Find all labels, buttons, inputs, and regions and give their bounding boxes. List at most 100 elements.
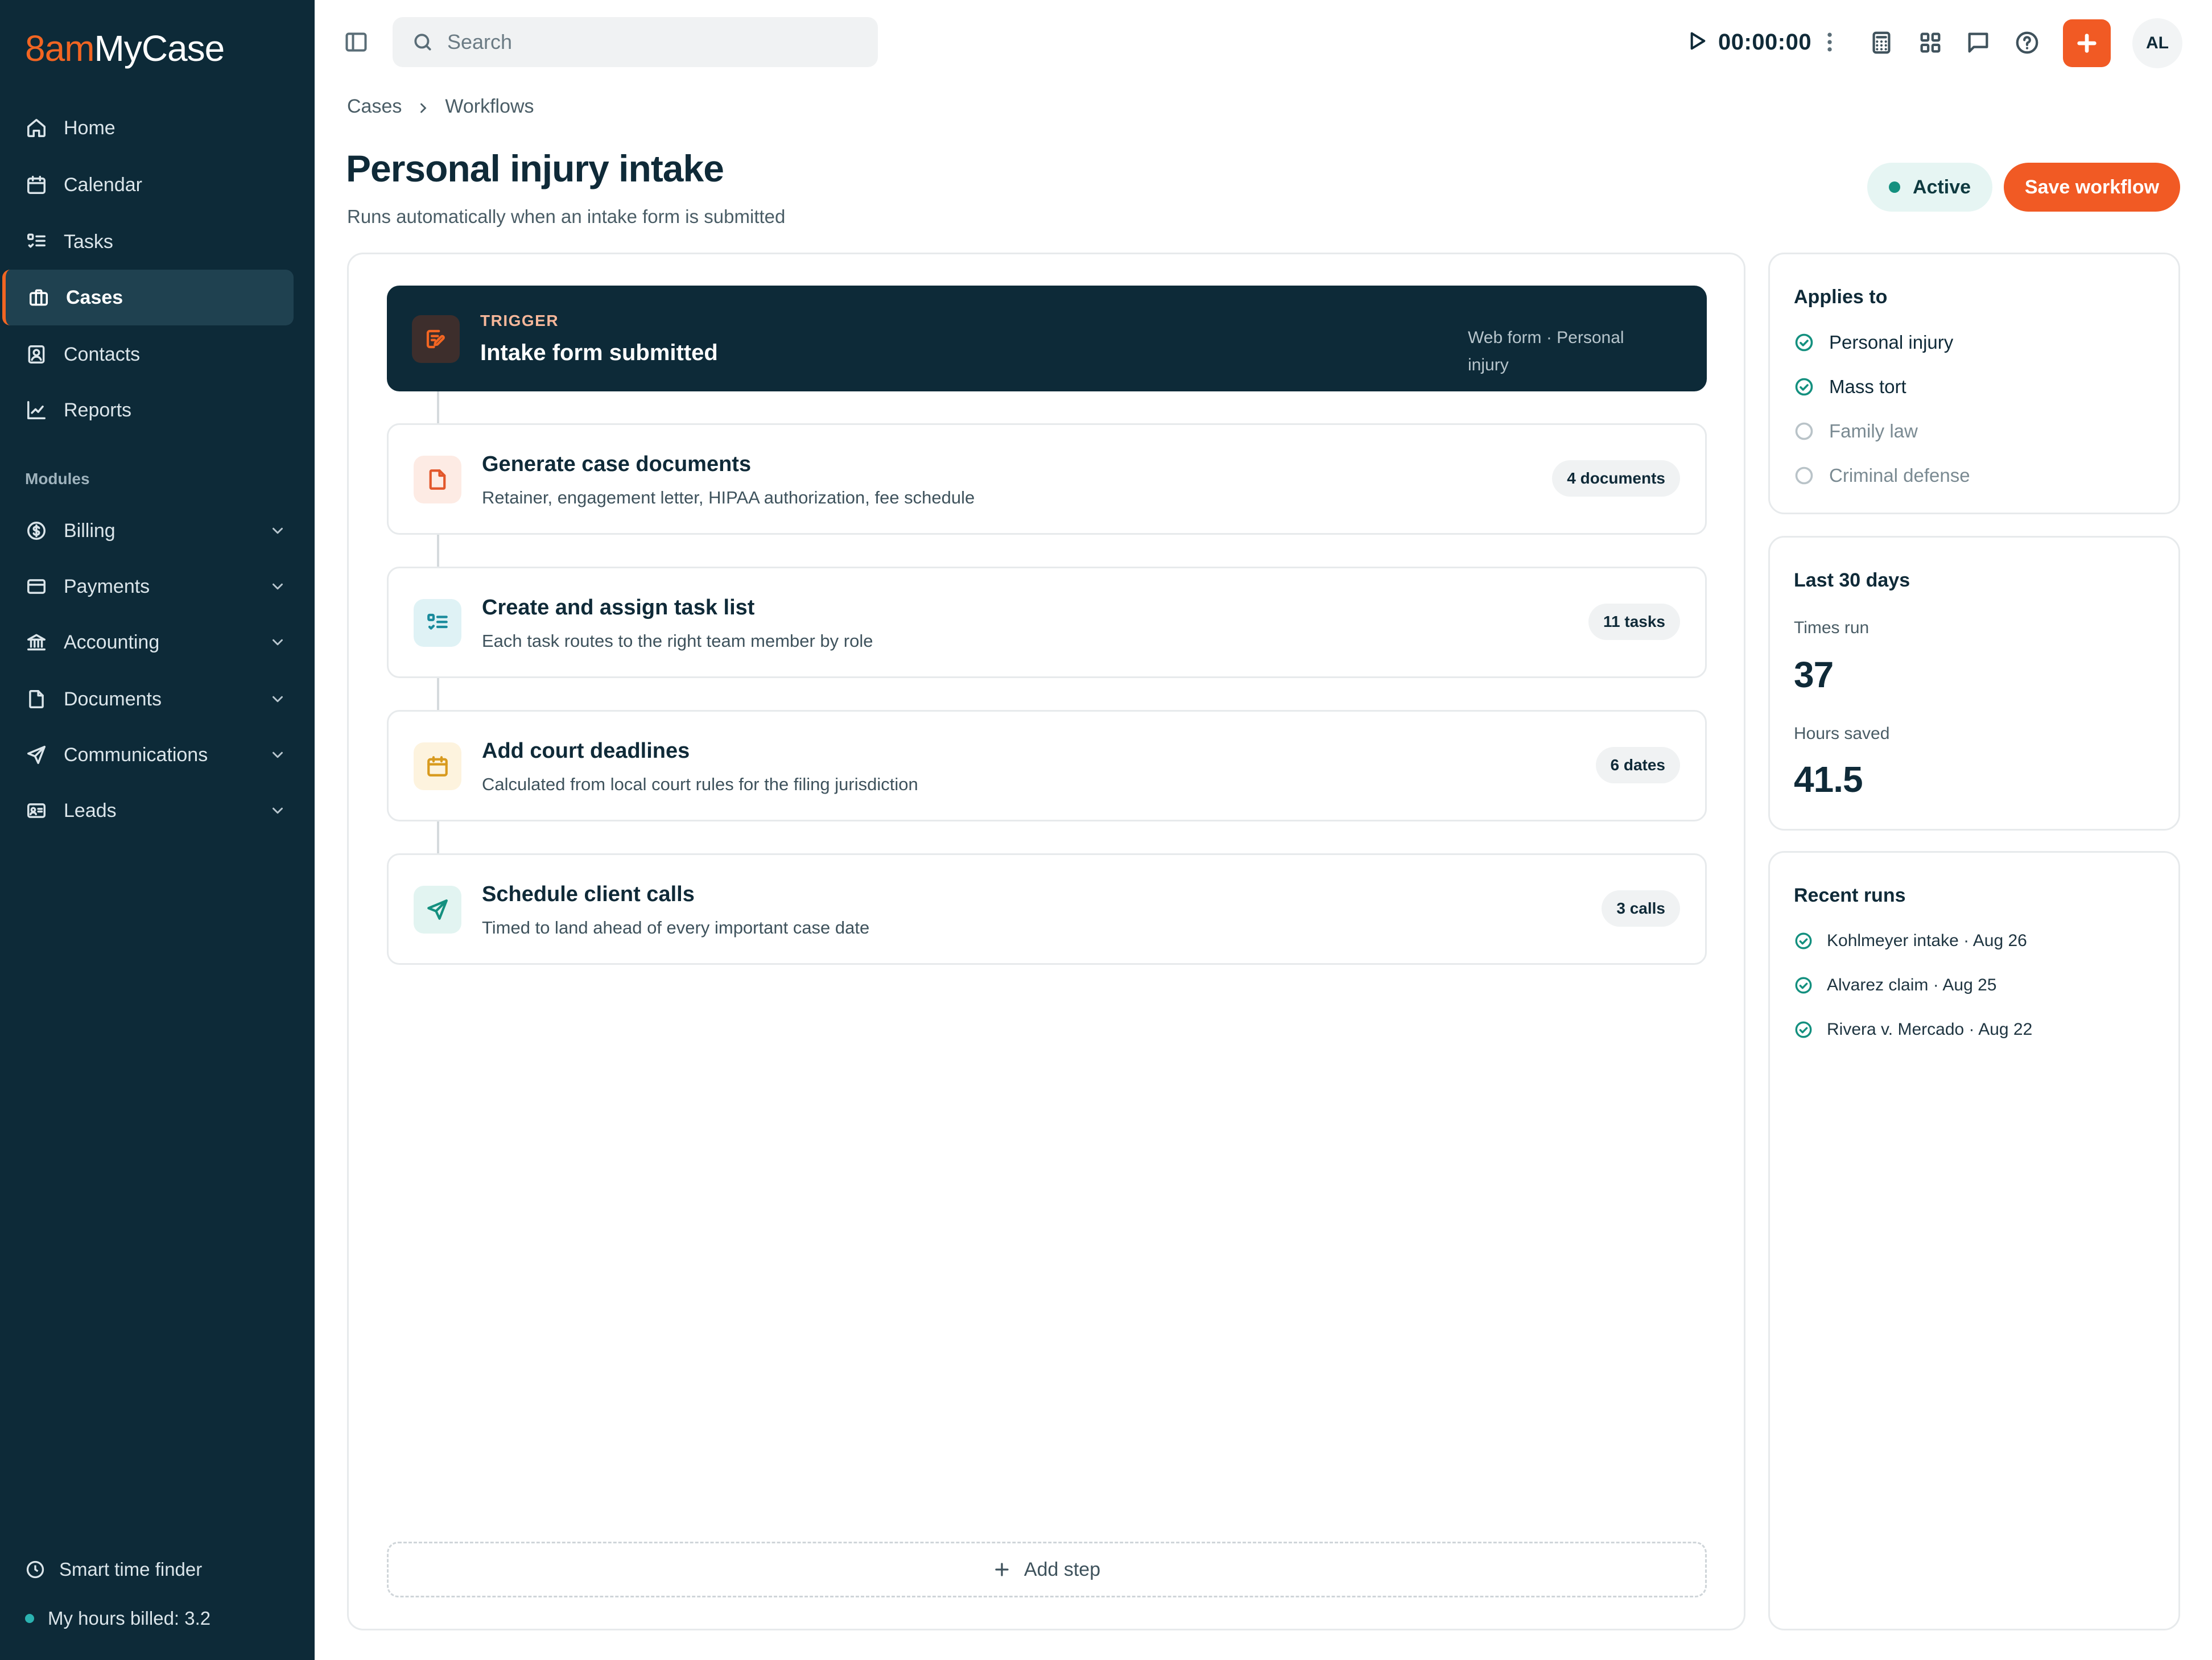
sidebar-item-accounting[interactable]: Accounting xyxy=(0,614,315,670)
search-input[interactable] xyxy=(447,30,845,54)
step-description: Each task routes to the right team membe… xyxy=(482,631,873,651)
check-circle-icon xyxy=(1794,976,1813,995)
add-new-button[interactable] xyxy=(2063,19,2111,67)
chat-icon xyxy=(1968,32,1988,53)
workflow-step[interactable]: Create and assign task list Each task ro… xyxy=(387,567,1707,678)
empty-circle-icon xyxy=(1794,421,1814,441)
sidebar-item-label: Tasks xyxy=(64,230,113,253)
status-label: Active xyxy=(1913,176,1971,198)
workflow-step[interactable]: Generate case documents Retainer, engage… xyxy=(387,423,1707,535)
step-count-badge: 4 documents xyxy=(1552,460,1680,497)
sidebar-item-communications[interactable]: Communications xyxy=(0,727,315,783)
messages-button[interactable] xyxy=(1965,30,1991,56)
apps-button[interactable] xyxy=(1917,30,1943,56)
applies-to-panel: Applies to Personal injury Mass tort Fam… xyxy=(1768,253,2180,514)
step-count-badge: 6 dates xyxy=(1595,747,1680,783)
sidebar-item-label: Accounting xyxy=(64,631,160,653)
trigger-meta: Web form · Personal injury xyxy=(1468,328,1624,374)
status-dot xyxy=(25,1614,34,1623)
help-button[interactable] xyxy=(2014,30,2040,56)
sidebar-item-home[interactable]: Home xyxy=(0,100,315,156)
sidebar-toggle-button[interactable] xyxy=(344,30,369,55)
avatar[interactable]: AL xyxy=(2132,18,2182,68)
applies-option[interactable]: Family law xyxy=(1794,420,1918,442)
applies-option[interactable]: Mass tort xyxy=(1794,376,1906,398)
id-card-icon xyxy=(25,799,48,822)
step-title: Add court deadlines xyxy=(482,739,690,763)
calendar-icon xyxy=(414,742,461,790)
logo[interactable]: 8am MyCase xyxy=(25,27,225,69)
applies-option-label: Mass tort xyxy=(1829,376,1906,397)
recent-run-item[interactable]: Rivera v. Mercado · Aug 22 xyxy=(1794,1020,2032,1039)
recent-run-item[interactable]: Kohlmeyer intake · Aug 26 xyxy=(1794,931,2027,951)
modules-heading: Modules xyxy=(25,470,90,488)
chevron-down-icon xyxy=(269,522,286,539)
sidebar-item-billing[interactable]: Billing xyxy=(0,503,315,559)
check-circle-icon xyxy=(1794,1020,1813,1039)
times-run-label: Times run xyxy=(1794,618,1870,637)
sidebar-item-reports[interactable]: Reports xyxy=(0,382,315,438)
applies-option[interactable]: Criminal defense xyxy=(1794,465,1970,486)
chevron-down-icon xyxy=(269,634,286,651)
help-icon xyxy=(2016,31,2038,54)
breadcrumb-cases[interactable]: Cases xyxy=(347,96,402,118)
chevron-down-icon xyxy=(269,578,286,595)
step-description: Calculated from local court rules for th… xyxy=(482,774,918,794)
recent-run-item[interactable]: Alvarez claim · Aug 25 xyxy=(1794,976,1996,995)
sidebar-item-tasks[interactable]: Tasks xyxy=(0,214,315,270)
status-badge[interactable]: Active xyxy=(1867,163,1993,212)
sidebar-item-calendar[interactable]: Calendar xyxy=(0,157,315,213)
times-run-value: 37 xyxy=(1794,654,1834,695)
trigger-label: TRIGGER xyxy=(480,312,559,329)
step-connector xyxy=(437,678,439,710)
hours-billed-label: My hours billed: 3.2 xyxy=(48,1608,211,1629)
page-title: Personal injury intake xyxy=(346,147,724,189)
play-button[interactable] xyxy=(1685,30,1708,55)
stats-panel: Last 30 days Times run 37 Hours saved 41… xyxy=(1768,536,2180,831)
search-icon xyxy=(414,34,431,51)
workflow-step[interactable]: Schedule client calls Timed to land ahea… xyxy=(387,853,1707,965)
calendar-icon xyxy=(25,174,48,196)
sidebar-item-label: Contacts xyxy=(64,343,141,365)
more-vertical-icon xyxy=(1827,32,1832,52)
plus-icon xyxy=(2077,34,2097,53)
logo-prefix: 8am xyxy=(25,28,94,69)
sidebar-item-label: Billing xyxy=(64,519,115,542)
sidebar-item-documents[interactable]: Documents xyxy=(0,671,315,727)
step-connector xyxy=(437,391,439,423)
check-circle-icon xyxy=(1794,332,1814,353)
sidebar-item-leads[interactable]: Leads xyxy=(0,783,315,839)
sidebar-item-cases[interactable]: Cases xyxy=(2,270,294,325)
add-step-button[interactable]: Add step xyxy=(387,1542,1707,1597)
smart-time-finder-label: Smart time finder xyxy=(59,1559,203,1580)
sidebar-item-payments[interactable]: Payments xyxy=(0,559,315,614)
applies-option-label: Family law xyxy=(1829,420,1918,441)
send-icon xyxy=(25,744,48,766)
timer-menu-button[interactable] xyxy=(1824,30,1835,55)
document-icon xyxy=(414,456,461,503)
tasks-icon xyxy=(25,230,48,253)
step-count-badge: 3 calls xyxy=(1602,890,1680,927)
recent-run-label: Alvarez claim · Aug 25 xyxy=(1827,976,1997,994)
play-icon xyxy=(1690,32,1706,49)
calculator-button[interactable] xyxy=(1868,30,1895,56)
trigger-card[interactable]: TRIGGER Intake form submitted Web form ·… xyxy=(387,286,1707,391)
sidebar-item-label: Calendar xyxy=(64,174,142,196)
bank-icon xyxy=(25,631,48,654)
step-title: Schedule client calls xyxy=(482,882,695,906)
breadcrumb-workflows[interactable]: Workflows xyxy=(445,96,534,118)
panel-title: Recent runs xyxy=(1794,885,1906,906)
smart-time-finder[interactable]: Smart time finder xyxy=(25,1559,202,1580)
sidebar-item-label: Documents xyxy=(64,688,162,710)
panel-icon xyxy=(345,32,367,52)
workflow-step[interactable]: Add court deadlines Calculated from loca… xyxy=(387,710,1707,821)
search-bar[interactable] xyxy=(393,17,878,67)
step-description: Timed to land ahead of every important c… xyxy=(482,918,870,938)
sidebar-item-label: Leads xyxy=(64,799,117,821)
step-count-badge: 11 tasks xyxy=(1588,604,1680,640)
step-connector xyxy=(437,821,439,853)
status-dot xyxy=(1889,181,1900,193)
sidebar-item-contacts[interactable]: Contacts xyxy=(0,327,315,382)
save-workflow-button[interactable]: Save workflow xyxy=(2004,163,2180,212)
applies-option[interactable]: Personal injury xyxy=(1794,332,1953,353)
